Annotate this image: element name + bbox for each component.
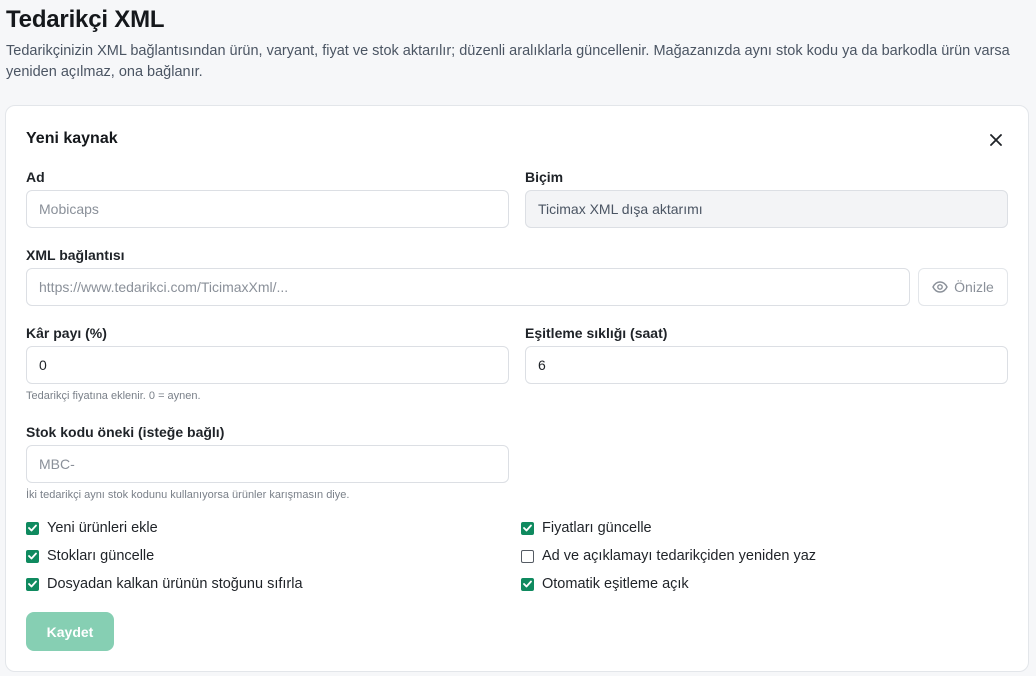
name-input[interactable] (26, 190, 509, 228)
xml-url-input[interactable] (26, 268, 910, 306)
page-title: Tedarikçi XML (6, 6, 165, 33)
option-label: Otomatik eşitleme açık (542, 576, 689, 592)
option-label: Dosyadan kalkan ürünün stoğunu sıfırla (47, 576, 303, 592)
checkbox[interactable] (521, 549, 534, 563)
option-update-stocks[interactable]: Stokları güncelle (26, 548, 154, 564)
check-icon (28, 580, 37, 588)
preview-button[interactable]: Önizle (918, 268, 1008, 306)
option-zero-removed-stock[interactable]: Dosyadan kalkan ürünün stoğunu sıfırla (26, 576, 303, 592)
xml-url-label: XML bağlantısı (26, 247, 125, 263)
sync-frequency-input[interactable] (525, 346, 1008, 384)
eye-icon (932, 281, 948, 293)
check-icon (523, 580, 532, 588)
sku-prefix-input[interactable] (26, 445, 509, 483)
option-label: Yeni ürünleri ekle (47, 520, 158, 536)
preview-label: Önizle (954, 279, 994, 295)
page-description: Tedarikçinizin XML bağlantısından ürün, … (6, 43, 1010, 80)
check-icon (28, 524, 37, 532)
option-add-new-products[interactable]: Yeni ürünleri ekle (26, 520, 158, 536)
new-source-card: Yeni kaynak Ad Biçim XML bağlantısı Öniz… (5, 105, 1029, 672)
option-auto-sync[interactable]: Otomatik eşitleme açık (521, 576, 689, 592)
margin-hint: Tedarikçi fiyatına eklenir. 0 = aynen. (26, 390, 201, 402)
checkbox[interactable] (26, 577, 39, 591)
close-icon (990, 134, 1002, 146)
card-title: Yeni kaynak (26, 130, 118, 147)
option-update-prices[interactable]: Fiyatları güncelle (521, 520, 652, 536)
check-icon (28, 552, 37, 560)
format-label: Biçim (525, 169, 564, 185)
sku-prefix-hint: İki tedarikçi aynı stok kodunu kullanıyo… (26, 489, 350, 501)
option-rewrite-name-description[interactable]: Ad ve açıklamayı tedarikçiden yeniden ya… (521, 548, 816, 564)
sync-frequency-label: Eşitleme sıklığı (saat) (525, 325, 668, 341)
format-field[interactable] (525, 190, 1008, 228)
checkbox[interactable] (26, 549, 39, 563)
checkbox[interactable] (521, 577, 534, 591)
margin-label: Kâr payı (%) (26, 325, 107, 341)
name-label: Ad (26, 169, 45, 185)
save-button[interactable]: Kaydet (26, 612, 114, 651)
sku-prefix-label: Stok kodu öneki (isteğe bağlı) (26, 424, 225, 440)
close-button[interactable] (986, 130, 1006, 150)
checkbox[interactable] (521, 521, 534, 535)
checkbox[interactable] (26, 521, 39, 535)
margin-input[interactable] (26, 346, 509, 384)
option-label: Ad ve açıklamayı tedarikçiden yeniden ya… (542, 548, 817, 564)
option-label: Fiyatları güncelle (542, 520, 652, 536)
option-label: Stokları güncelle (47, 548, 155, 564)
check-icon (523, 524, 532, 532)
